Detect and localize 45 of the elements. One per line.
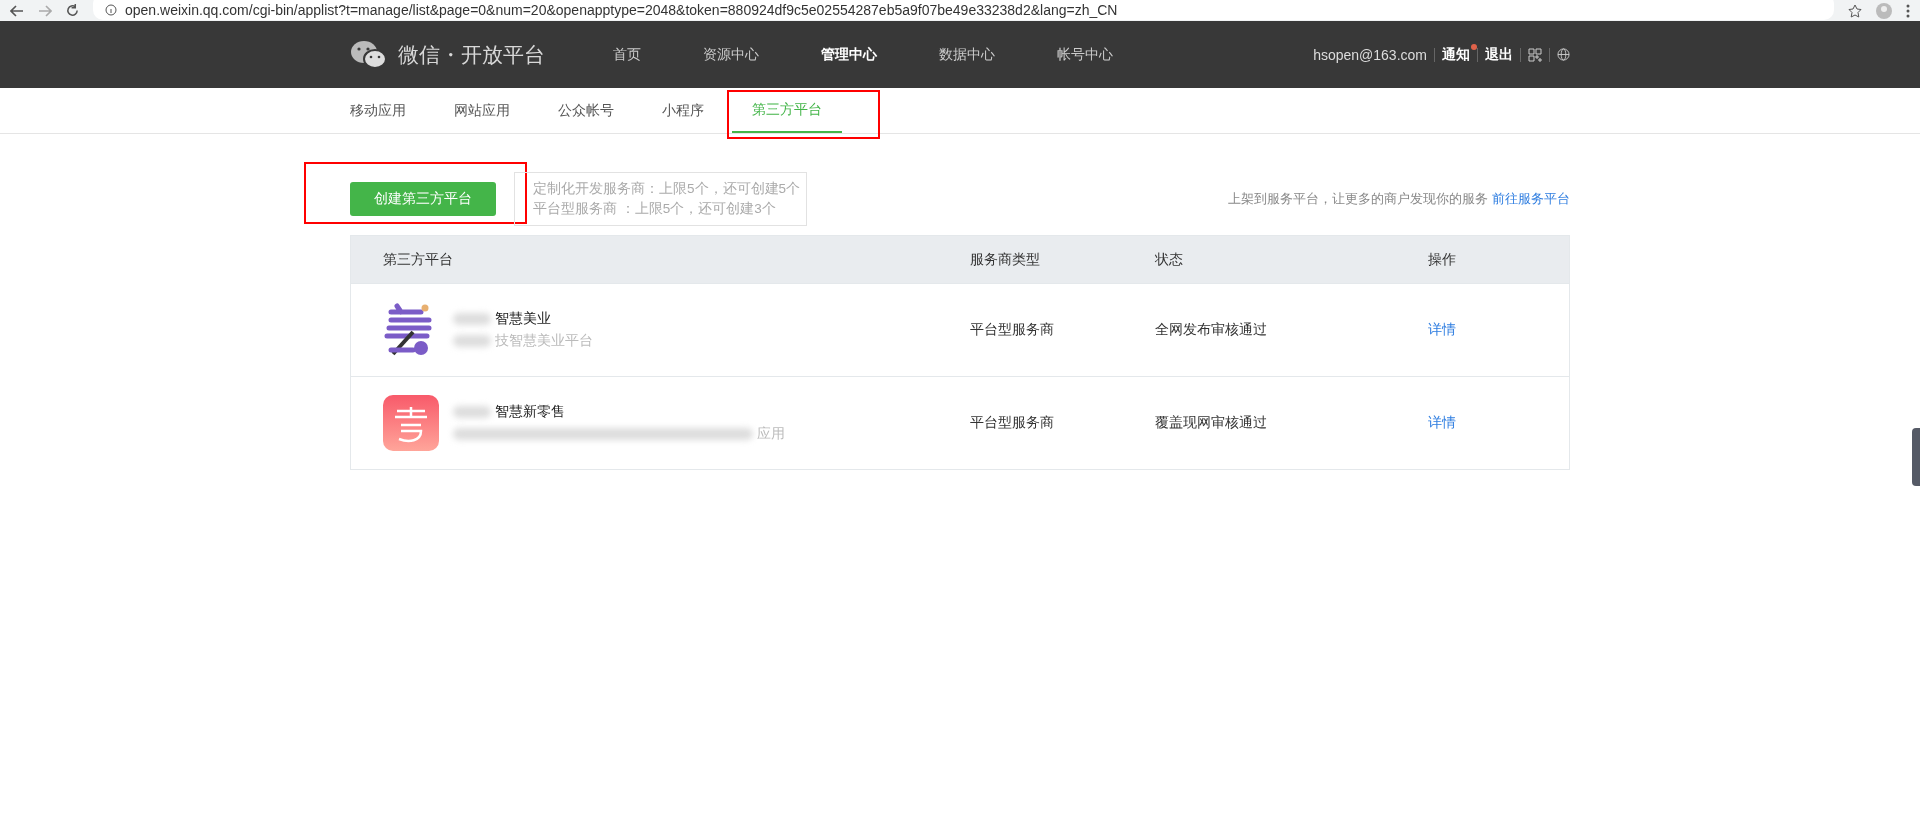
column-header: 操作 [1428, 235, 1570, 284]
details-link[interactable]: 详情 [1428, 415, 1456, 430]
nav-link[interactable]: 帐号中心 [1037, 45, 1133, 64]
tab[interactable]: 小程序 [642, 88, 724, 133]
blurred-patch [453, 406, 491, 419]
app-description: 应用 [757, 426, 785, 441]
nav-link[interactable]: 数据中心 [919, 45, 1015, 64]
menu-icon[interactable] [1906, 3, 1910, 18]
chat-bubbles-icon [350, 39, 388, 70]
logo-text: 微信・开放平台 [398, 41, 545, 68]
nav-link[interactable]: 管理中心 [801, 45, 897, 64]
quota-text: 平台型服务商 ：上限5个，还可创建3个 [533, 200, 777, 218]
table-cell: 全网发布审核通过 [1155, 322, 1267, 337]
notice-link[interactable]: 通知 [1442, 45, 1470, 64]
star-icon[interactable] [1848, 3, 1862, 18]
app-description: 技智慧美业平台 [495, 333, 593, 348]
nav-link[interactable]: 资源中心 [683, 45, 779, 64]
qr-code-icon[interactable] [1528, 47, 1542, 62]
column-header: 状态 [1155, 235, 1428, 284]
table-cell: 覆盖现网审核通过 [1155, 415, 1267, 430]
account-email[interactable]: hsopen@163.com [1313, 46, 1427, 63]
back-icon[interactable] [10, 4, 24, 17]
table-cell: 平台型服务商 [970, 322, 1054, 337]
blurred-patch [453, 335, 491, 348]
tab[interactable]: 公众帐号 [538, 88, 634, 133]
logout-link[interactable]: 退出 [1485, 45, 1513, 64]
app-logo-icon [383, 395, 439, 451]
quota-text: 定制化开发服务商：上限5个，还可创建5个 [533, 180, 801, 198]
tab[interactable]: 移动应用 [350, 88, 426, 133]
service-platform-link[interactable]: 前往服务平台 [1492, 191, 1570, 206]
url-text: open.weixin.qq.com/cgi-bin/applist?t=manage/list&page=0&num=20&openapptype=2048&token=880924df9c5e02554287eb5a9f07be49e33238d2&lang=zh_CN [125, 1, 1118, 18]
tab[interactable]: 网站应用 [434, 88, 530, 133]
reload-icon[interactable] [66, 4, 79, 17]
blurred-patch [453, 313, 491, 326]
info-icon[interactable] [105, 3, 117, 16]
promo-text: 上架到服务平台，让更多的商户发现你的服务 [1228, 191, 1488, 206]
column-header: 服务商类型 [970, 235, 1155, 284]
column-header: 第三方平台 [350, 235, 970, 284]
address-bar[interactable]: open.weixin.qq.com/cgi-bin/applist?t=manage/list&page=0&num=20&openapptype=2048&token=880924df9c5e02554287eb5a9f07be49e33238d2&lang=zh_CN [93, 0, 1834, 20]
table-cell: 平台型服务商 [970, 415, 1054, 430]
details-link[interactable]: 详情 [1428, 322, 1456, 337]
app-name: 智慧新零售 [495, 404, 565, 419]
app-name: 智慧美业 [495, 311, 551, 326]
globe-icon[interactable] [1557, 48, 1570, 61]
nav-link[interactable]: 首页 [593, 45, 661, 64]
